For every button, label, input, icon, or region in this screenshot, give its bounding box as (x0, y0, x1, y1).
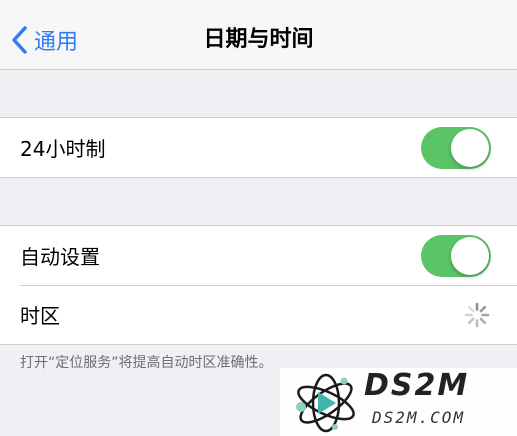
row-time-zone[interactable]: 时区 (0, 285, 517, 344)
watermark-brand: DS2M (364, 368, 470, 403)
toggle-knob (451, 129, 489, 167)
toggle-24-hour-time[interactable] (421, 127, 491, 169)
location-services-footnote: 打开“定位服务”将提高自动时区准确性。 (20, 355, 273, 371)
watermark-site: DS2M.COM (372, 408, 466, 427)
settings-group-auto: 自动设置 时区 (0, 225, 517, 345)
page-title: 日期与时间 (203, 27, 314, 52)
atom-logo-icon (296, 373, 355, 433)
row-label: 自动设置 (20, 245, 100, 269)
row-label: 24小时制 (20, 137, 106, 161)
watermark: DS2M DS2M.COM (280, 368, 517, 436)
loading-spinner-icon (464, 302, 490, 328)
toggle-knob (451, 237, 489, 275)
row-label: 时区 (20, 304, 60, 328)
row-24-hour-time: 24小时制 (0, 118, 517, 177)
navigation-bar: 通用 日期与时间 (0, 0, 517, 70)
toggle-set-automatically[interactable] (421, 235, 491, 277)
row-set-automatically: 自动设置 (0, 226, 517, 285)
settings-group-hour24: 24小时制 (0, 117, 517, 178)
